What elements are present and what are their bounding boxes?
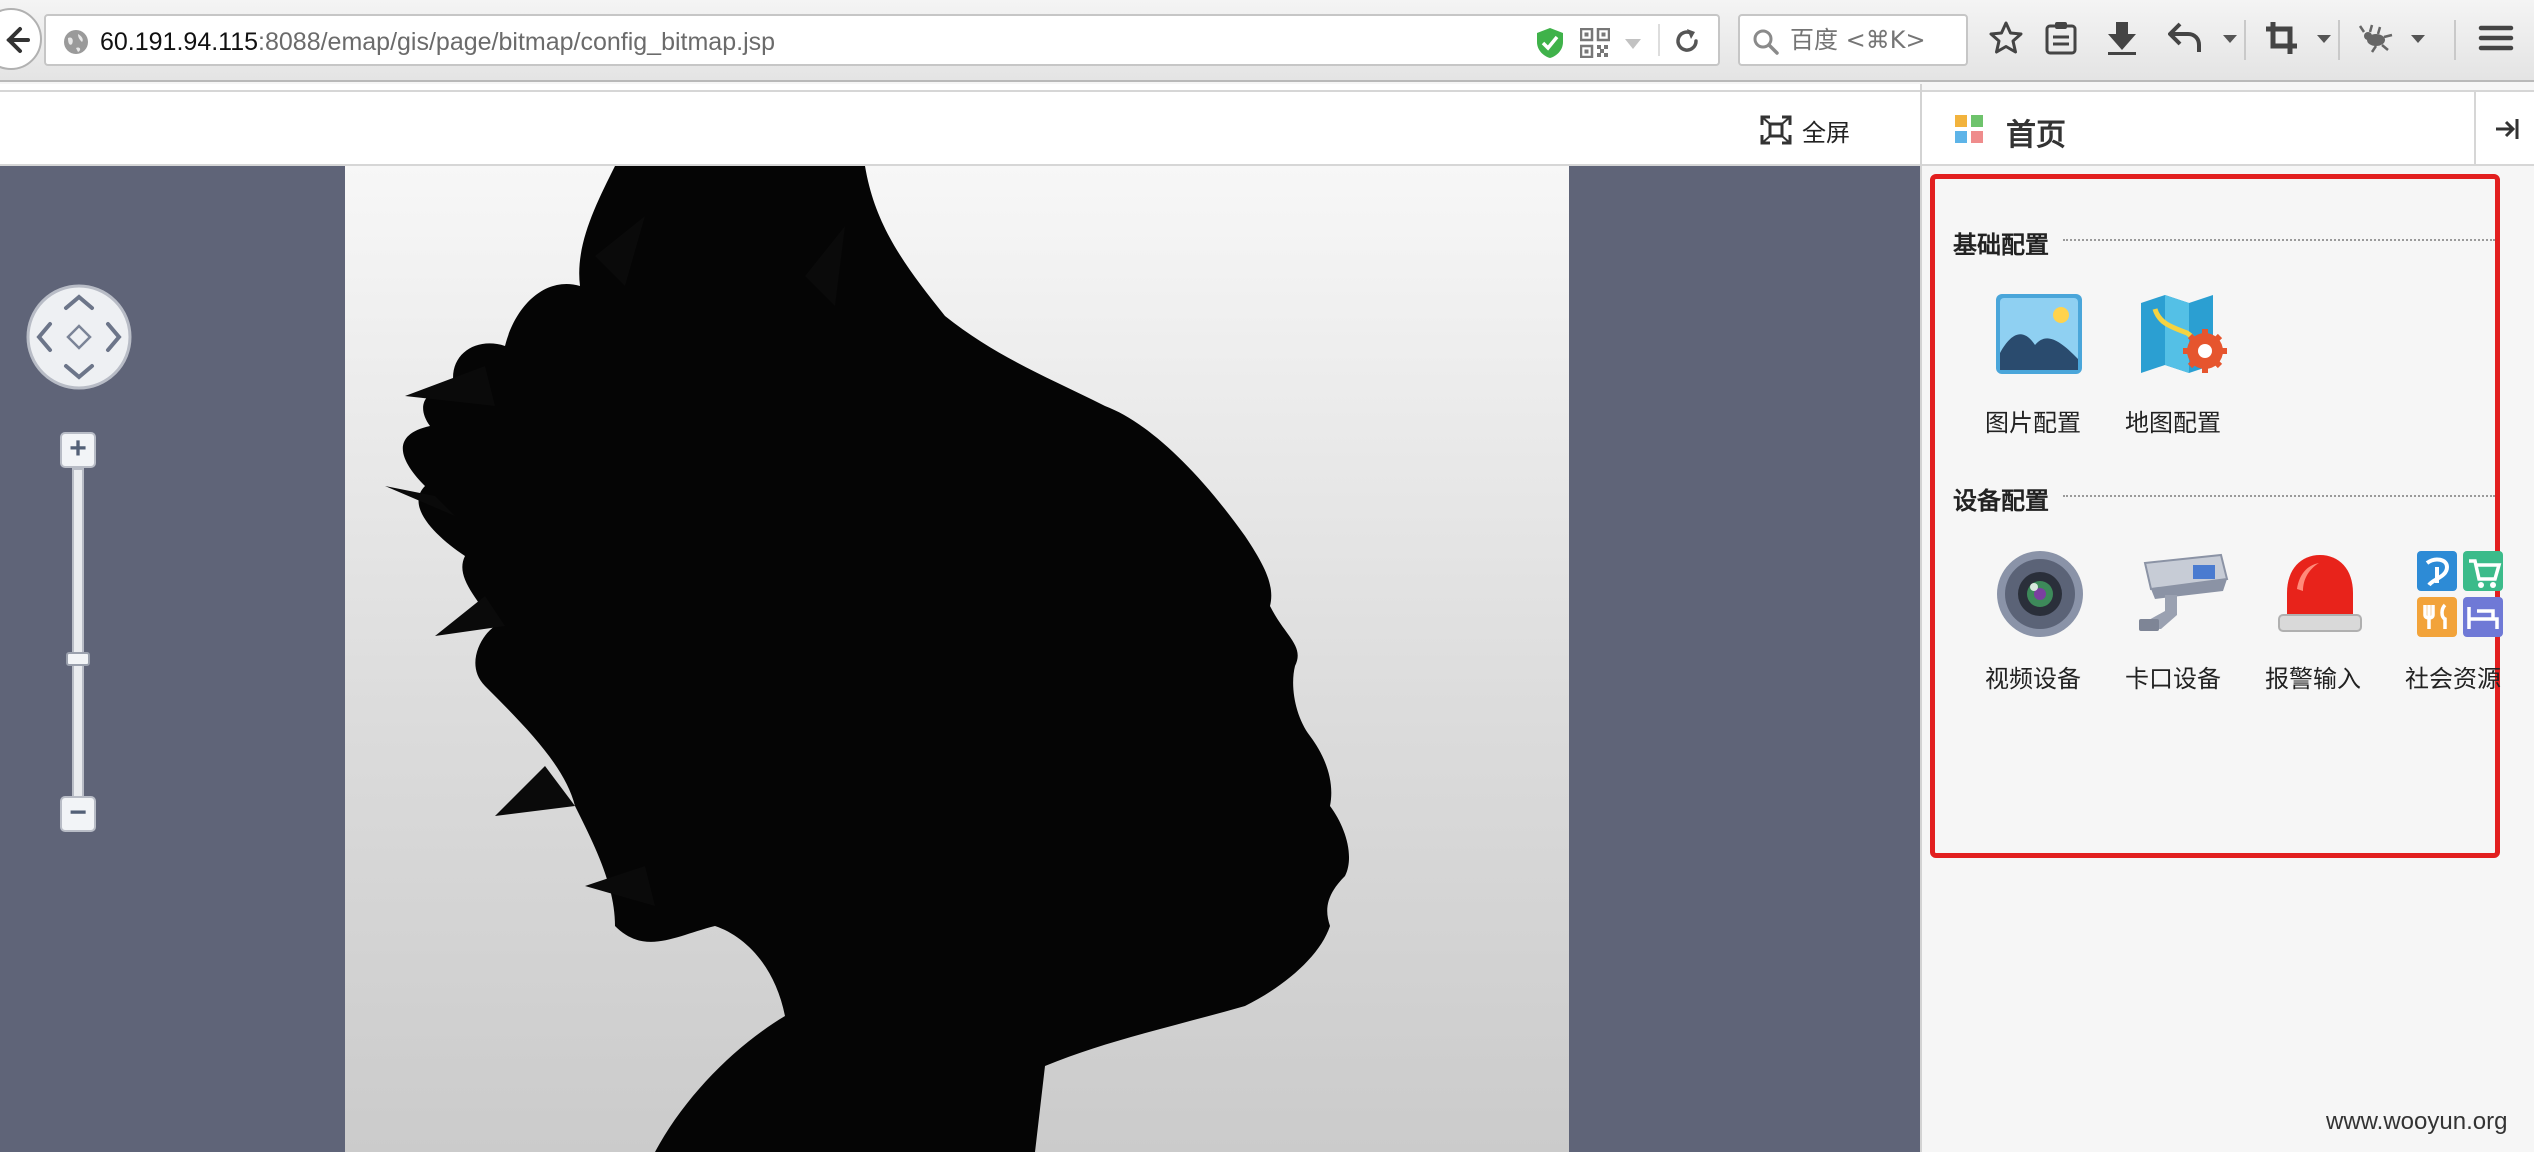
zoom-in-button[interactable]: + [60,432,96,468]
extension-dropdown-icon[interactable] [2410,34,2426,44]
address-bar-divider [1658,24,1660,56]
tile-map-config[interactable]: 地图配置 [2103,293,2243,453]
tile-label: 图片配置 [1985,409,2081,437]
watermark: www.wooyun.org [2326,1108,2508,1135]
tile-label: 视频设备 [1985,665,2081,693]
map-canvas[interactable]: + − [0,166,1920,1152]
back-arrow-icon [6,27,30,53]
checkpoint-camera-icon [2139,553,2229,631]
alarm-light-icon [2278,555,2362,632]
tile-social-resource[interactable]: 社会资源 [2383,549,2523,709]
social-resource-icon [2417,551,2503,637]
panel-header: 首页 [1922,90,2534,166]
fullscreen-label: 全屏 [1802,118,1850,147]
undo-dropdown-icon[interactable] [2222,34,2238,44]
tile-checkpoint-device[interactable]: 卡口设备 [2103,549,2243,709]
hamburger-menu-icon[interactable] [2478,20,2514,56]
toolbar-divider [2454,20,2456,60]
collapse-icon [2496,119,2519,139]
zoom-slider-handle[interactable] [66,652,90,667]
collapse-panel-button[interactable] [2474,92,2534,164]
dropdown-arrow-icon[interactable] [1624,38,1642,50]
undo-icon[interactable] [2168,20,2202,56]
tile-label: 卡口设备 [2125,665,2221,693]
tile-label: 地图配置 [2125,409,2221,437]
globe-icon [64,30,88,54]
image-config-icon [1996,294,2082,374]
config-panel: 基础配置 图片配置 地图配置 设备配置 视频设备 卡口设备 报警输入 社会资源 [1930,174,2503,858]
tile-image-config[interactable]: 图片配置 [1963,293,2103,453]
qr-code-icon[interactable] [1580,28,1610,58]
fullscreen-button[interactable]: 全屏 [1760,112,1850,148]
reload-icon[interactable] [1672,26,1702,56]
section-divider [2063,495,2495,497]
map-config-icon [2141,295,2227,373]
section-title-device: 设备配置 [1953,487,2049,515]
url-path: :8088/emap/gis/page/bitmap/config_bitmap… [258,28,776,56]
tile-video-device[interactable]: 视频设备 [1963,549,2103,709]
video-device-icon [1997,551,2083,637]
url-host: 60.191.94.115 [100,28,259,56]
tile-label: 报警输入 [2265,665,2361,693]
side-panel: 首页 基础配置 图片配置 地图配置 设备配置 视频设备 卡口设备 报警输入 社会… [1920,84,2534,1152]
toolbar-divider [2338,20,2340,60]
address-bar[interactable]: 60.191.94.115:8088/emap/gis/page/bitmap/… [44,14,1720,66]
crop-dropdown-icon[interactable] [2316,34,2332,44]
extension-bug-icon[interactable] [2358,20,2394,56]
security-shield-icon[interactable] [1534,26,1566,60]
back-button[interactable] [0,8,42,70]
tile-label: 社会资源 [2405,665,2501,693]
toolbar-divider [2244,20,2246,60]
bitmap-image [345,166,1569,1152]
pan-control[interactable] [26,284,132,390]
map-toolbar: 全屏 [0,90,1920,166]
tile-alarm-input[interactable]: 报警输入 [2243,549,2383,709]
section-title-basic: 基础配置 [1953,231,2049,259]
panel-title: 首页 [2006,118,2066,153]
search-box[interactable] [1738,14,1968,66]
zoom-slider-track[interactable] [72,468,84,798]
search-input[interactable] [1790,24,1960,56]
bookmark-star-icon[interactable] [1988,20,2024,56]
reading-list-icon[interactable] [2044,20,2078,56]
home-grid-icon [1955,115,1983,143]
download-icon[interactable] [2106,20,2138,56]
url-text[interactable]: 60.191.94.115:8088/emap/gis/page/bitmap/… [100,28,775,57]
crop-icon[interactable] [2264,20,2298,56]
zoom-out-button[interactable]: − [60,796,96,832]
fullscreen-icon [1760,115,1792,145]
browser-toolbar: 60.191.94.115:8088/emap/gis/page/bitmap/… [0,0,2534,82]
search-icon [1753,29,1779,55]
section-divider [2063,239,2495,241]
map-container: 全屏 + − [0,84,1920,1152]
